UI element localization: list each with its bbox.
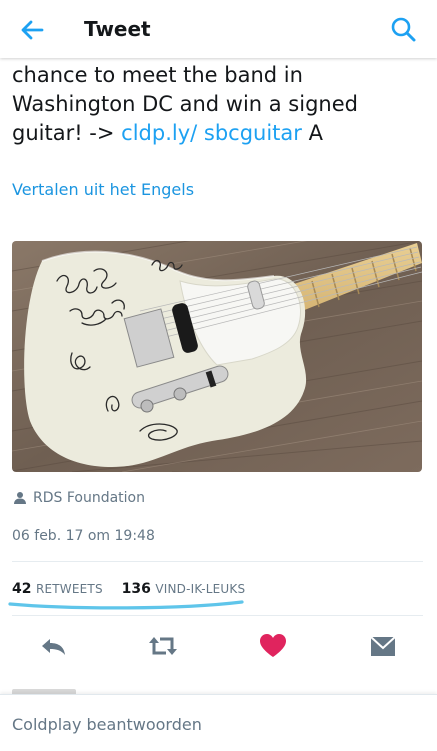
message-icon[interactable] [368,631,398,661]
tweet-photo[interactable] [12,241,422,472]
heart-icon[interactable] [258,631,288,661]
photo-attribution[interactable]: RDS Foundation [13,490,145,506]
tweet-trailing-text: A [301,121,323,145]
retweets-label: RETWEETS [35,582,103,596]
reply-icon[interactable] [38,631,68,661]
translate-link[interactable]: Vertalen uit het Engels [12,180,194,199]
retweet-icon[interactable] [146,631,180,661]
divider [12,561,423,562]
highlight-stroke [8,600,244,610]
retweets-stat[interactable]: 42 RETWEETS [12,581,103,597]
divider [12,615,423,616]
tweet-link[interactable]: cldp.ly/ sbcguitar [121,121,302,145]
tweet-timestamp: 06 feb. 17 om 19:48 [12,528,155,544]
reply-bar[interactable]: Coldplay beantwoorden [0,694,437,751]
signed-guitar-image [12,241,422,472]
attribution-name: RDS Foundation [33,490,145,506]
likes-stat[interactable]: 136 VIND-IK-LEUKS [122,581,246,597]
retweets-count: 42 [12,581,32,597]
tweet-stats: 42 RETWEETS 136 VIND-IK-LEUKS [12,581,245,597]
arrow-left-icon[interactable] [18,16,46,44]
reply-input[interactable]: Coldplay beantwoorden [12,715,202,734]
tweet-text: chance to meet the band in Washington DC… [12,61,427,148]
page-title: Tweet [84,17,151,41]
person-icon [14,492,26,504]
likes-label: VIND-IK-LEUKS [155,582,246,596]
likes-count: 136 [121,581,151,597]
tweet-actions [0,620,437,672]
search-icon[interactable] [389,15,417,43]
top-bar: Tweet [0,0,437,58]
